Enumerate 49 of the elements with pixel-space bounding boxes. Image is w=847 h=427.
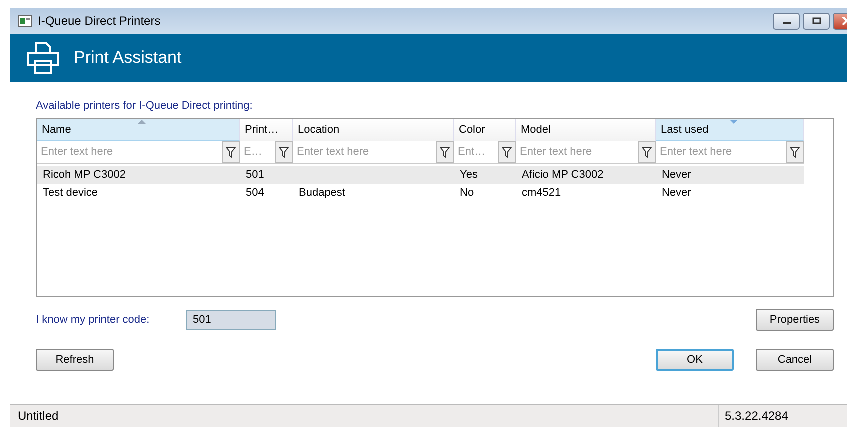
sort-descending-icon [730,120,738,124]
version-text: 5.3.22.4284 [718,405,847,427]
refresh-button[interactable]: Refresh [36,349,114,371]
maximize-icon [812,17,822,25]
filter-button[interactable] [786,141,804,163]
filter-icon [790,146,800,158]
header-title: Print Assistant [74,48,182,68]
table-cell: 501 [246,169,264,181]
table-row[interactable]: Ricoh MP C3002 501 Yes Aficio MP C3002 Never [37,166,804,184]
sort-ascending-icon [138,120,146,124]
ok-button[interactable]: OK [656,349,734,371]
table-cell: Aficio MP C3002 [522,169,604,181]
filter-button[interactable] [638,141,656,163]
table-caption: Available printers for I-Queue Direct printing: [36,100,254,112]
table-cell: Never [662,187,692,199]
table-cell: Yes [460,169,478,181]
column-header[interactable]: Model [516,119,656,141]
column-header[interactable]: Last used [656,119,804,141]
status-text: Untitled [17,409,60,423]
table-cell: Budapest [299,187,346,199]
table-cell: Test device [43,187,98,199]
table-cell: Ricoh MP C3002 [43,169,126,181]
filter-icon [226,146,236,158]
printer-icon [26,41,60,75]
table-cell: No [460,187,474,199]
table-cell: 504 [246,187,264,199]
column-header[interactable]: Color [454,119,516,141]
window-title: I-Queue Direct Printers [38,14,161,28]
table-cell: Never [662,169,692,181]
filter-icon [279,146,289,158]
filter-icon [642,146,652,158]
filter-button[interactable] [498,141,516,163]
filter-button[interactable] [436,141,454,163]
properties-button[interactable]: Properties [756,309,834,331]
filter-icon [440,146,450,158]
column-header[interactable]: Name [37,119,240,141]
cancel-button[interactable]: Cancel [756,349,834,371]
printer-code-label: I know my printer code: [36,314,151,326]
filter-button[interactable] [275,141,293,163]
table-row[interactable]: Test device 504 Budapest No cm4521 Never [37,184,804,202]
app-icon [18,15,32,27]
maximize-button[interactable] [803,12,830,30]
filter-icon [502,146,512,158]
column-header[interactable]: Print… [240,119,293,141]
minimize-button[interactable] [773,12,800,30]
printer-code-field[interactable]: 501 [186,310,276,330]
column-header[interactable]: Location [293,119,454,141]
table-cell: cm4521 [522,187,562,199]
filter-button[interactable] [222,141,240,163]
